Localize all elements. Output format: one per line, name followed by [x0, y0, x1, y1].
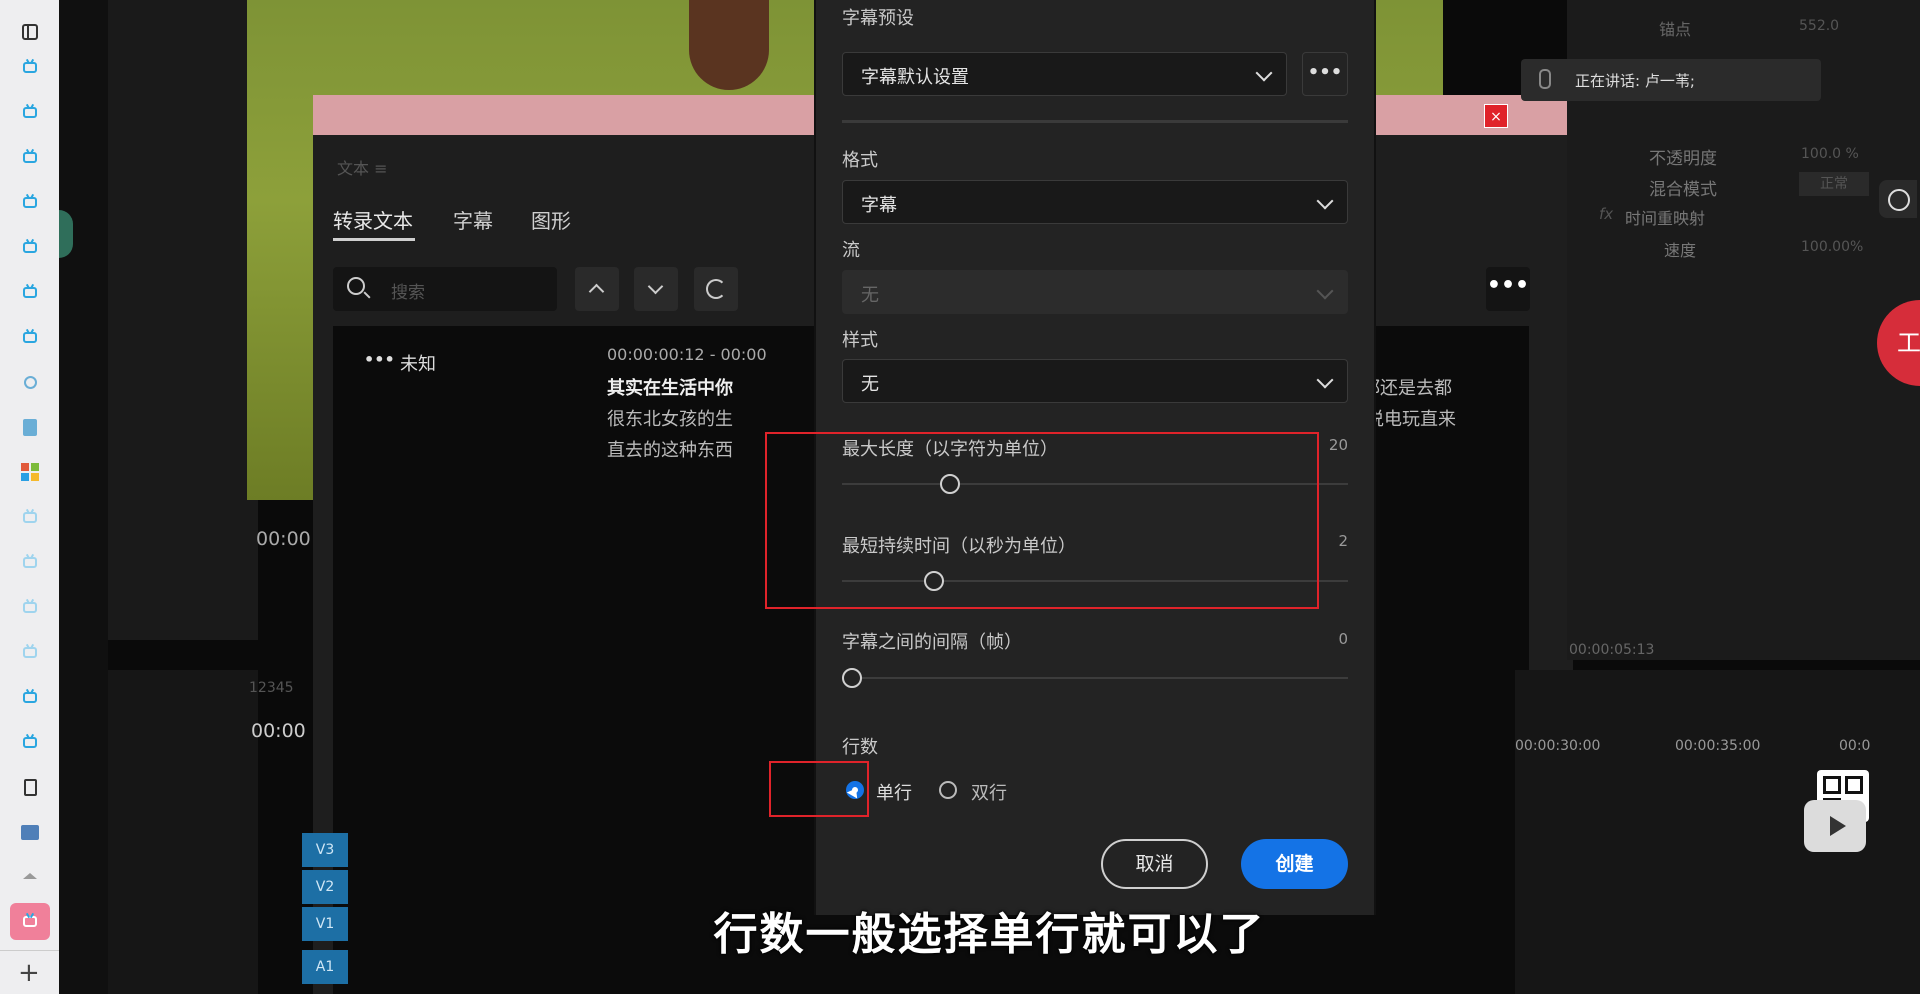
gap-label: 字幕之间的间隔（帧） — [842, 632, 1022, 653]
gap-slider-thumb[interactable] — [842, 668, 862, 688]
add-tab-button[interactable]: + — [18, 958, 40, 988]
format-label: 格式 — [842, 150, 878, 171]
search-icon[interactable] — [20, 372, 40, 392]
bilibili-icon[interactable] — [20, 57, 40, 77]
document-icon[interactable] — [20, 417, 40, 437]
bilibili-icon[interactable] — [20, 552, 40, 572]
arrows-icon[interactable] — [20, 866, 40, 886]
bilibili-icon[interactable] — [20, 327, 40, 347]
bilibili-icon[interactable] — [20, 507, 40, 527]
mic-muted-icon — [1539, 69, 1551, 89]
speaker-menu-icon[interactable]: ••• — [364, 350, 395, 369]
highlight-box — [765, 432, 1319, 609]
cancel-button[interactable]: 取消 — [1101, 839, 1208, 889]
timeline-timecode: 00:00 — [251, 720, 306, 742]
tab-transcript[interactable]: 转录文本 — [333, 205, 413, 234]
highlight-box — [769, 761, 869, 817]
transcript-line[interactable]: 其实在生活中你 — [607, 374, 733, 400]
previous-button[interactable] — [575, 267, 619, 311]
speaking-notice: 正在讲话: 卢一苇; — [1521, 59, 1821, 101]
tab-captions[interactable]: 字幕 — [453, 205, 493, 234]
format-select[interactable]: 字幕 — [842, 180, 1348, 224]
chevron-down-icon — [1255, 64, 1273, 82]
create-button[interactable]: 创建 — [1241, 839, 1348, 889]
chevron-down-icon — [1316, 282, 1334, 300]
next-button[interactable] — [634, 267, 678, 311]
ai-icon[interactable] — [20, 822, 40, 842]
file-icon[interactable] — [20, 777, 40, 797]
style-select[interactable]: 无 — [842, 359, 1348, 403]
search-input[interactable]: 搜索 — [333, 267, 557, 311]
more-options-button[interactable]: ••• — [1486, 267, 1530, 311]
double-line-label[interactable]: 双行 — [971, 779, 1007, 805]
speaker-label[interactable]: 未知 — [400, 350, 436, 376]
max-length-value: 20 — [1328, 436, 1348, 454]
style-label: 样式 — [842, 330, 878, 351]
bilibili-active-icon[interactable] — [10, 903, 50, 940]
bilibili-icon[interactable] — [20, 687, 40, 707]
program-timecode: 00:00 — [256, 528, 311, 550]
active-tab-indicator — [333, 238, 415, 241]
bilibili-icon[interactable] — [20, 192, 40, 212]
transcript-line[interactable]: 很东北女孩的生 — [607, 405, 733, 431]
browser-sidebar: + — [0, 0, 60, 994]
chevron-down-icon — [1316, 371, 1334, 389]
single-line-label[interactable]: 单行 — [876, 779, 912, 805]
bilibili-play-icon[interactable] — [1804, 800, 1866, 852]
tab-graphics[interactable]: 图形 — [531, 205, 571, 234]
min-duration-value: 2 — [1338, 532, 1348, 550]
stream-label: 流 — [842, 240, 860, 261]
lines-label: 行数 — [842, 737, 878, 758]
sequence-tab[interactable]: 12345 — [249, 680, 294, 696]
double-line-radio[interactable] — [939, 781, 957, 799]
preset-more-button[interactable]: ••• — [1302, 52, 1348, 96]
bilibili-icon[interactable] — [20, 147, 40, 167]
refresh-button[interactable] — [694, 267, 738, 311]
bilibili-icon[interactable] — [20, 102, 40, 122]
bilibili-icon[interactable] — [20, 597, 40, 617]
text-panel-title: 文本 ≡ — [337, 159, 388, 178]
bilibili-icon[interactable] — [20, 642, 40, 662]
video-subtitle: 行数一般选择单行就可以了 — [713, 909, 1266, 960]
chevron-down-icon — [1316, 192, 1334, 210]
bilibili-icon[interactable] — [20, 732, 40, 752]
transcript-timecode: 00:00:00:12 - 00:00 — [607, 345, 767, 364]
preset-select[interactable]: 字幕默认设置 — [842, 52, 1287, 96]
gap-value: 0 — [1338, 630, 1348, 648]
close-icon[interactable]: × — [1484, 104, 1508, 128]
plugin-icon[interactable] — [1879, 180, 1917, 218]
panel-toggle-icon[interactable] — [20, 22, 40, 42]
refresh-icon — [706, 279, 726, 299]
transcript-line[interactable]: 直去的这种东西 — [607, 436, 733, 462]
track-v3[interactable]: V3 — [302, 833, 348, 867]
bilibili-icon[interactable] — [20, 282, 40, 302]
bilibili-icon[interactable] — [20, 237, 40, 257]
stream-select[interactable]: 无 — [842, 270, 1348, 314]
video-frame: × 文本 ≡ 转录文本 字幕 图形 搜索 ••• ••• 未知 00:00:00… — [59, 0, 1920, 994]
gap-slider[interactable] — [842, 677, 1348, 679]
windows-icon[interactable] — [20, 462, 40, 482]
preset-label: 字幕预设 — [842, 8, 914, 29]
